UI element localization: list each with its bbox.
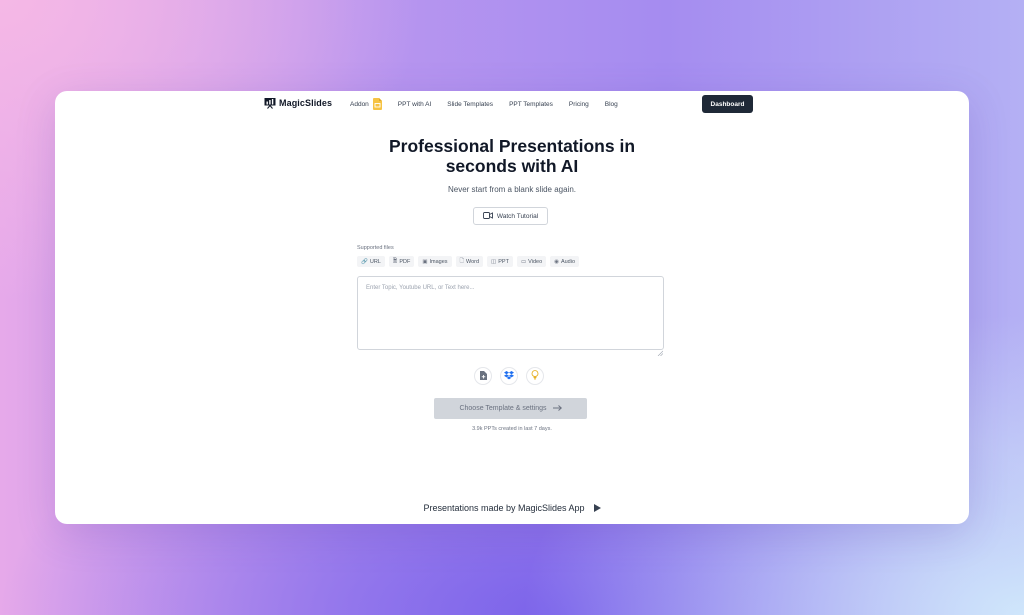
source-icons bbox=[474, 367, 544, 385]
nav-link-ppt-templates[interactable]: PPT Templates bbox=[509, 101, 553, 108]
logo-text: MagicSlides bbox=[279, 98, 333, 108]
dropbox-icon bbox=[504, 367, 514, 385]
chip-word[interactable]: 🗋 Word bbox=[455, 256, 484, 267]
title-line-1: Professional Presentations in bbox=[388, 136, 636, 156]
play-icon[interactable] bbox=[593, 504, 601, 512]
chip-audio[interactable]: ◉ Audio bbox=[550, 256, 580, 267]
ideas-button[interactable] bbox=[526, 367, 544, 385]
file-type-chips: 🔗 URL 🗎 PDF ▣ Images 🗋 Word ◫ PPT ▭ Vide… bbox=[357, 256, 580, 267]
topic-input[interactable] bbox=[357, 276, 664, 350]
chip-images[interactable]: ▣ Images bbox=[418, 256, 452, 267]
dropbox-button[interactable] bbox=[500, 367, 518, 385]
page-subtitle: Never start from a blank slide again. bbox=[447, 185, 577, 194]
nav-link-addon[interactable]: Addon bbox=[350, 101, 369, 108]
chip-label: PDF bbox=[399, 258, 411, 265]
ppt-icon: ◫ bbox=[491, 258, 497, 265]
file-add-icon bbox=[479, 367, 487, 385]
choose-template-label: Choose Template & settings bbox=[459, 405, 547, 412]
chip-label: URL bbox=[369, 258, 381, 265]
nav-link-slide-templates[interactable]: Slide Templates bbox=[447, 101, 493, 108]
resize-grip-icon[interactable] bbox=[657, 343, 664, 357]
chip-label: Word bbox=[466, 258, 480, 265]
chip-url[interactable]: 🔗 URL bbox=[357, 256, 385, 267]
dashboard-button[interactable]: Dashboard bbox=[702, 95, 753, 113]
choose-template-button[interactable]: Choose Template & settings bbox=[434, 398, 587, 419]
app-window: MagicSlides Addon PPT with AI Slide Temp… bbox=[55, 91, 969, 524]
supported-files-label: Supported files bbox=[357, 245, 394, 251]
lightbulb-icon bbox=[531, 367, 539, 385]
watch-tutorial-label: Watch Tutorial bbox=[496, 212, 539, 220]
chip-pdf[interactable]: 🗎 PDF bbox=[388, 256, 415, 267]
title-line-2: seconds with AI bbox=[445, 156, 579, 176]
presentation-logo-icon bbox=[264, 97, 276, 109]
pdf-icon: 🗎 bbox=[392, 258, 398, 264]
made-by-label: Presentations made by MagicSlides App bbox=[423, 503, 585, 513]
nav-links: Addon PPT with AI Slide Templates PPT Te… bbox=[350, 98, 618, 110]
chip-label: PPT bbox=[498, 258, 509, 265]
word-icon: 🗋 bbox=[459, 258, 464, 264]
watch-tutorial-button[interactable]: Watch Tutorial bbox=[473, 207, 548, 225]
nav-link-ppt-with-ai[interactable]: PPT with AI bbox=[398, 101, 431, 108]
chip-label: Images bbox=[429, 258, 448, 265]
arrow-right-icon bbox=[552, 404, 562, 413]
page-title: Professional Presentations in seconds wi… bbox=[55, 136, 969, 176]
image-icon: ▣ bbox=[422, 258, 428, 265]
nav-link-blog[interactable]: Blog bbox=[605, 101, 618, 108]
logo[interactable]: MagicSlides bbox=[264, 97, 332, 109]
chip-label: Audio bbox=[560, 258, 576, 265]
top-nav: MagicSlides Addon PPT with AI Slide Temp… bbox=[55, 91, 969, 117]
upload-file-button[interactable] bbox=[474, 367, 492, 385]
google-slides-icon[interactable] bbox=[372, 98, 382, 110]
chip-ppt[interactable]: ◫ PPT bbox=[487, 256, 513, 267]
link-icon: 🔗 bbox=[361, 258, 368, 265]
video-icon: ▭ bbox=[520, 258, 527, 265]
made-by-section[interactable]: Presentations made by MagicSlides App bbox=[55, 503, 969, 513]
chip-label: Video bbox=[528, 258, 543, 265]
video-camera-icon bbox=[482, 211, 493, 221]
ppt-created-count: 3.9k PPTs created in last 7 days. bbox=[472, 426, 552, 432]
nav-link-pricing[interactable]: Pricing bbox=[569, 101, 589, 108]
audio-icon: ◉ bbox=[554, 258, 559, 265]
chip-video[interactable]: ▭ Video bbox=[516, 256, 547, 267]
